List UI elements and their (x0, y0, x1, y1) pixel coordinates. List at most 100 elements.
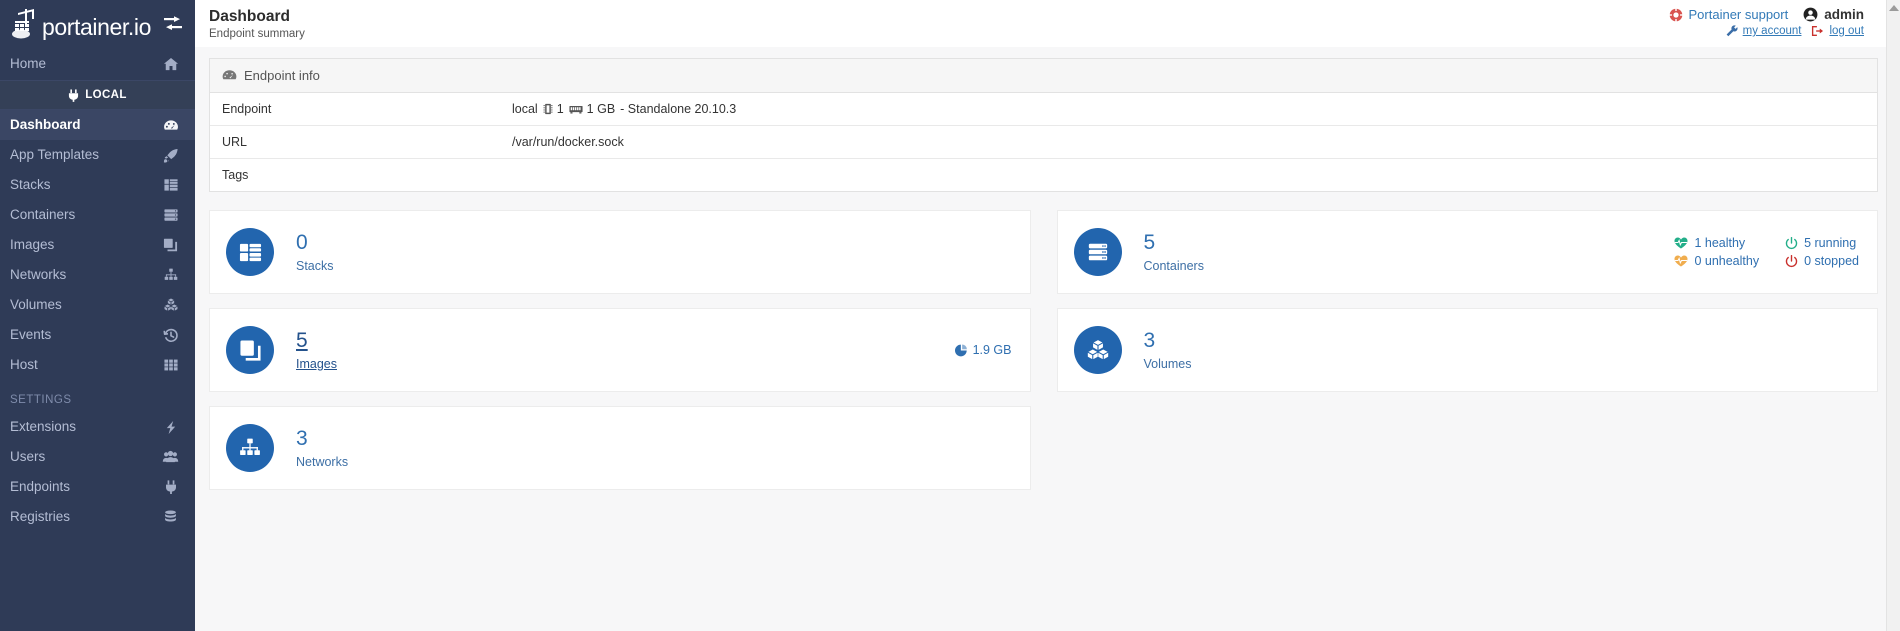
microchip-icon (543, 103, 553, 115)
portainer-support-link[interactable]: Portainer support (1689, 7, 1789, 22)
networks-count: 3 (296, 427, 308, 451)
sidebar-item-endpoints[interactable]: Endpoints (0, 472, 195, 502)
plug-icon (68, 88, 79, 102)
sidebar-item-label: Endpoints (10, 479, 71, 495)
url-row: URL /var/run/docker.sock (210, 126, 1877, 159)
containers-card-body: 5 Containers (1144, 231, 1204, 272)
images-label[interactable]: Images (296, 357, 337, 371)
endpoint-memory: 1 GB (569, 102, 616, 116)
portainer-app: portainer.io Home LOCAL Dashboard App Te… (0, 0, 1900, 631)
wrench-icon (1726, 25, 1738, 37)
sidebar-item-label: Networks (10, 267, 67, 283)
status-healthy: 1 healthy (1674, 236, 1759, 250)
status-running: 5 running (1785, 236, 1859, 250)
page-scrollbar[interactable] (1886, 0, 1900, 631)
my-account-link[interactable]: my account (1743, 25, 1802, 37)
images-size: 1.9 GB (954, 343, 1012, 357)
memory-icon (569, 104, 583, 115)
sidebar-item-label: Extensions (10, 419, 77, 435)
endpoint-row: Endpoint local 1 1 GB - Standalone 20.10… (210, 93, 1877, 126)
endpoint-info-title: Endpoint info (244, 68, 320, 83)
tachometer-icon (222, 69, 237, 82)
networks-card[interactable]: 3 Networks (209, 406, 1031, 490)
tags-row: Tags (210, 159, 1877, 191)
table-icon (226, 228, 274, 276)
server-icon (162, 207, 179, 223)
cubes-icon (162, 297, 179, 313)
volumes-card-body: 3 Volumes (1144, 329, 1192, 370)
tags-row-key: Tags (222, 168, 249, 182)
server-icon (1073, 228, 1122, 276)
current-user-name: admin (1824, 7, 1864, 22)
stacks-card-body: 0 Stacks (296, 231, 334, 272)
brand-header: portainer.io (0, 0, 195, 48)
endpoint-row-value: local 1 1 GB - Standalone 20.10.3 (512, 102, 736, 116)
th-icon (162, 357, 179, 373)
sidebar-item-users[interactable]: Users (0, 442, 195, 472)
volumes-label: Volumes (1143, 356, 1192, 371)
clone-icon (226, 326, 274, 374)
page-title: Dashboard (209, 8, 290, 25)
endpoint-name: local (512, 102, 538, 116)
portainer-logo-icon (10, 7, 44, 41)
sidebar-item-home[interactable]: Home (0, 48, 195, 80)
images-count[interactable]: 5 (296, 329, 337, 353)
heartbeat-icon (1674, 237, 1688, 249)
sidebar-item-app-templates[interactable]: App Templates (0, 140, 195, 170)
endpoint-memory-value: 1 GB (586, 102, 616, 116)
sidebar: portainer.io Home LOCAL Dashboard App Te… (0, 0, 195, 631)
sidebar-item-label: Users (10, 449, 46, 465)
images-card-body[interactable]: 5 Images (296, 329, 337, 370)
endpoint-row-key: Endpoint (222, 102, 272, 116)
volumes-card[interactable]: 3 Volumes (1056, 308, 1878, 392)
page-heading: Dashboard Endpoint summary (209, 7, 305, 40)
sidebar-item-events[interactable]: Events (0, 320, 195, 350)
rocket-icon (162, 147, 179, 163)
sidebar-item-containers[interactable]: Containers (0, 200, 195, 230)
endpoint-version: - Standalone 20.10.3 (620, 102, 737, 116)
stacks-label: Stacks (296, 258, 334, 273)
status-healthy-label: 1 healthy (1694, 236, 1746, 250)
images-card[interactable]: 5 Images 1.9 GB (209, 308, 1031, 392)
sidebar-item-images[interactable]: Images (0, 230, 195, 260)
images-size-value: 1.9 GB (972, 343, 1012, 357)
containers-label: Containers (1143, 258, 1204, 273)
url-row-key: URL (222, 135, 248, 149)
user-circle-icon (1803, 7, 1818, 22)
sidebar-item-extensions[interactable]: Extensions (0, 412, 195, 442)
power-icon (1785, 236, 1798, 250)
power-icon (1785, 254, 1798, 268)
volumes-count: 3 (1143, 329, 1156, 353)
sidebar-item-dashboard[interactable]: Dashboard (0, 110, 195, 140)
sidebar-item-label: Events (10, 327, 52, 343)
sidebar-section-settings: SETTINGS (10, 394, 72, 406)
status-unhealthy-label: 0 unhealthy (1694, 254, 1760, 268)
clone-icon (162, 237, 179, 253)
main-area: Dashboard Endpoint summary Portainer sup… (195, 0, 1900, 631)
sidebar-item-volumes[interactable]: Volumes (0, 290, 195, 320)
sitemap-icon (226, 424, 274, 472)
toggle-sidebar-icon[interactable] (163, 15, 183, 33)
sidebar-item-stacks[interactable]: Stacks (0, 170, 195, 200)
cubes-icon (1073, 326, 1122, 374)
status-stopped-label: 0 stopped (1804, 254, 1859, 268)
stacks-card[interactable]: 0 Stacks (209, 210, 1031, 294)
sidebar-item-registries[interactable]: Registries (0, 502, 195, 532)
sidebar-item-label: Stacks (10, 177, 51, 193)
topbar: Dashboard Endpoint summary Portainer sup… (195, 0, 1900, 47)
containers-status-grid: 1 healthy 5 running 0 unhealthy 0 stoppe… (1674, 236, 1859, 268)
scroll-up-arrow-icon[interactable] (1888, 5, 1899, 11)
sidebar-item-networks[interactable]: Networks (0, 260, 195, 290)
sidebar-item-label: Registries (10, 509, 71, 525)
sitemap-icon (162, 267, 179, 283)
heartbeat-icon (1674, 255, 1688, 267)
pie-chart-icon (954, 343, 968, 357)
log-out-link[interactable]: log out (1829, 25, 1864, 37)
endpoint-cpu-value: 1 (556, 102, 564, 116)
sidebar-item-host[interactable]: Host (0, 350, 195, 380)
sidebar-item-label: Volumes (10, 297, 62, 313)
url-row-value: /var/run/docker.sock (512, 135, 624, 149)
home-icon (162, 56, 179, 72)
containers-card[interactable]: 5 Containers 1 healthy 5 running 0 unhea… (1056, 210, 1878, 294)
brand-title: portainer.io (42, 14, 151, 40)
